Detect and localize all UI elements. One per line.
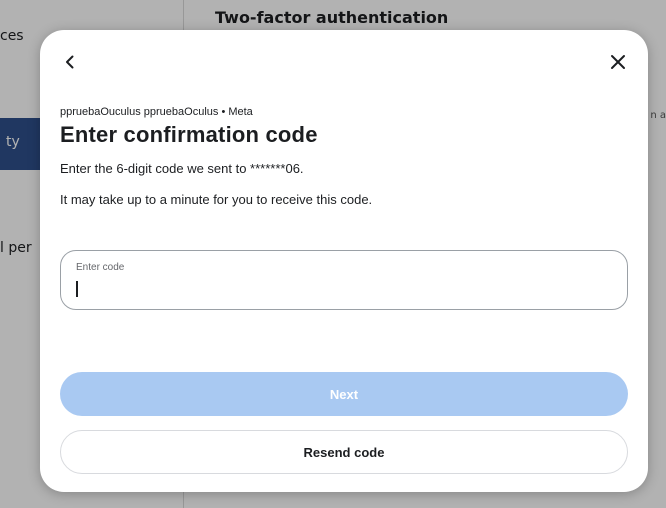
code-field-label: Enter code xyxy=(76,262,125,273)
confirmation-code-dialog: ppruebaOuculus ppruebaOculus • Meta Ente… xyxy=(40,30,648,492)
close-button[interactable] xyxy=(600,44,636,80)
account-line: ppruebaOuculus ppruebaOculus • Meta xyxy=(60,106,253,118)
chevron-left-icon xyxy=(66,55,74,69)
wait-description: It may take up to a minute for you to re… xyxy=(60,192,373,207)
close-icon xyxy=(611,55,625,69)
sidebar-item-partial-top: ces xyxy=(0,28,24,44)
code-sent-description: Enter the 6-digit code we sent to ******… xyxy=(60,161,304,176)
background-right-fragment: n a xyxy=(650,110,666,121)
code-input[interactable] xyxy=(75,277,605,301)
sidebar-item-partial-lower: l per xyxy=(0,240,32,256)
code-field[interactable]: Enter code xyxy=(60,250,628,310)
resend-code-button[interactable]: Resend code xyxy=(60,430,628,474)
sidebar-item-selected-label: ty xyxy=(6,134,20,150)
back-button[interactable] xyxy=(52,44,88,80)
dialog-title: Enter confirmation code xyxy=(60,122,318,147)
background-page-title: Two-factor authentication xyxy=(215,8,449,27)
next-button[interactable]: Next xyxy=(60,372,628,416)
text-caret xyxy=(76,281,78,297)
